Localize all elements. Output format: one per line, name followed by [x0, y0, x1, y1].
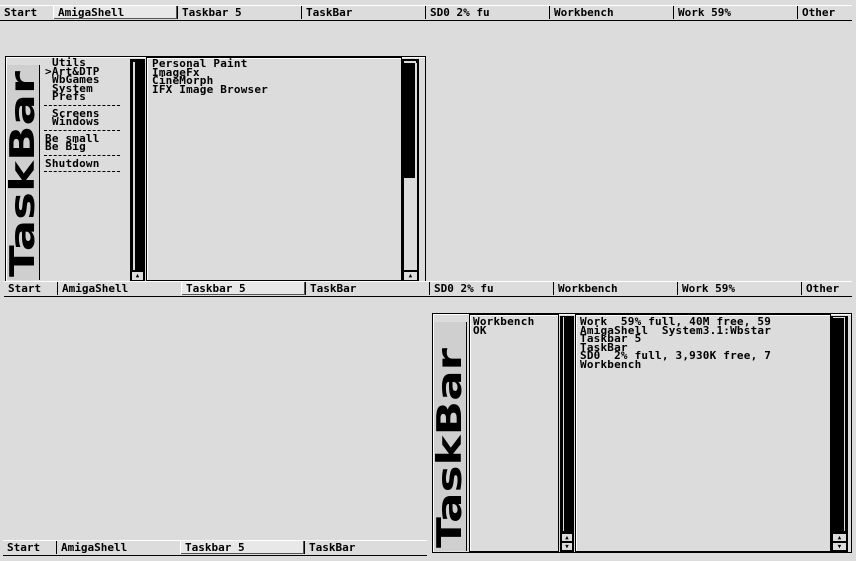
taskbar-task-workbench[interactable]: Workbench: [553, 282, 677, 295]
info-window: TaskBar Workbench OK ▴ ▾ Work 59% full, …: [432, 313, 852, 553]
scrollbar-track: [133, 62, 135, 270]
taskbar-logo[interactable]: TaskBar: [7, 65, 40, 280]
menu-item-windows[interactable]: Windows: [44, 116, 130, 126]
taskbar-other-button[interactable]: Other: [801, 282, 852, 295]
taskbar-start-button[interactable]: Start: [0, 6, 53, 19]
taskbar-logo[interactable]: TaskBar: [434, 322, 467, 551]
down-arrow-icon[interactable]: ▾: [832, 542, 847, 552]
taskbar-task-taskbar[interactable]: TaskBar: [304, 541, 427, 554]
taskbar-task-taskbar[interactable]: TaskBar: [301, 6, 425, 19]
taskbar-task-amigashell[interactable]: AmigaShell: [53, 6, 177, 19]
names-scrollbar[interactable]: ▴ ▾: [560, 316, 574, 552]
start-menu: Utils >Art&DTP WbGames System Prefs Scre…: [44, 57, 130, 176]
taskbar-bottom: Start AmigaShell Taskbar 5 TaskBar: [3, 540, 427, 556]
taskbar-start-button[interactable]: Start: [3, 541, 56, 554]
down-arrow-icon[interactable]: ▾: [561, 542, 573, 552]
taskbar-task-taskbar5[interactable]: Taskbar 5: [180, 541, 304, 554]
submenu-list: Personal Paint ImageFx CineMorph IFX Ima…: [146, 57, 402, 281]
taskbar-task-taskbar[interactable]: TaskBar: [305, 282, 429, 295]
taskbar-volume-sd0[interactable]: SD0 2% fu: [425, 6, 549, 19]
details-scrollbar[interactable]: ▴ ▾: [831, 316, 848, 552]
taskbar-task-amigashell[interactable]: AmigaShell: [56, 541, 180, 554]
scrollbar-track: [404, 178, 415, 270]
up-arrow-icon[interactable]: ▴: [403, 271, 418, 281]
up-arrow-icon[interactable]: ▴: [561, 533, 573, 543]
taskbar-logo-text: TaskBar: [7, 71, 39, 277]
taskbar-task-taskbar5[interactable]: Taskbar 5: [181, 282, 305, 295]
taskbar-logo-text: TaskBar: [434, 348, 466, 548]
taskbar-volume-work[interactable]: Work 59%: [673, 6, 797, 19]
submenu-item-ifx-image-browser[interactable]: IFX Image Browser: [152, 84, 401, 94]
scrollbar-track: [415, 63, 417, 270]
taskbar-start-button[interactable]: Start: [4, 282, 57, 295]
taskbar-volume-work[interactable]: Work 59%: [677, 282, 801, 295]
taskbar-middle: Start AmigaShell Taskbar 5 TaskBar SD0 2…: [4, 281, 852, 297]
menu-item-shutdown[interactable]: Shutdown: [44, 158, 130, 168]
menu-window: TaskBar Utils >Art&DTP WbGames System Pr…: [5, 56, 426, 282]
taskbar-task-workbench[interactable]: Workbench: [549, 6, 673, 19]
scrollbar-track: [844, 317, 845, 531]
menu-separator: [44, 171, 120, 173]
taskbar-task-amigashell[interactable]: AmigaShell: [57, 282, 181, 295]
taskbar-other-button[interactable]: Other: [797, 6, 852, 19]
task-names-list: Workbench OK: [469, 314, 559, 552]
taskbar-top: Start AmigaShell Taskbar 5 TaskBar SD0 2…: [0, 5, 852, 21]
up-arrow-icon[interactable]: ▴: [832, 533, 847, 543]
taskbar-volume-sd0[interactable]: SD0 2% fu: [429, 282, 553, 295]
taskbar-task-taskbar5[interactable]: Taskbar 5: [177, 6, 301, 19]
menu-scrollbar[interactable]: ▴: [130, 59, 145, 282]
submenu-scrollbar[interactable]: ▴: [402, 59, 419, 282]
scrollbar-track: [563, 317, 564, 531]
up-arrow-icon[interactable]: ▴: [131, 271, 144, 281]
task-details-list: Work 59% full, 40M free, 59 AmigaShell S…: [575, 314, 831, 552]
